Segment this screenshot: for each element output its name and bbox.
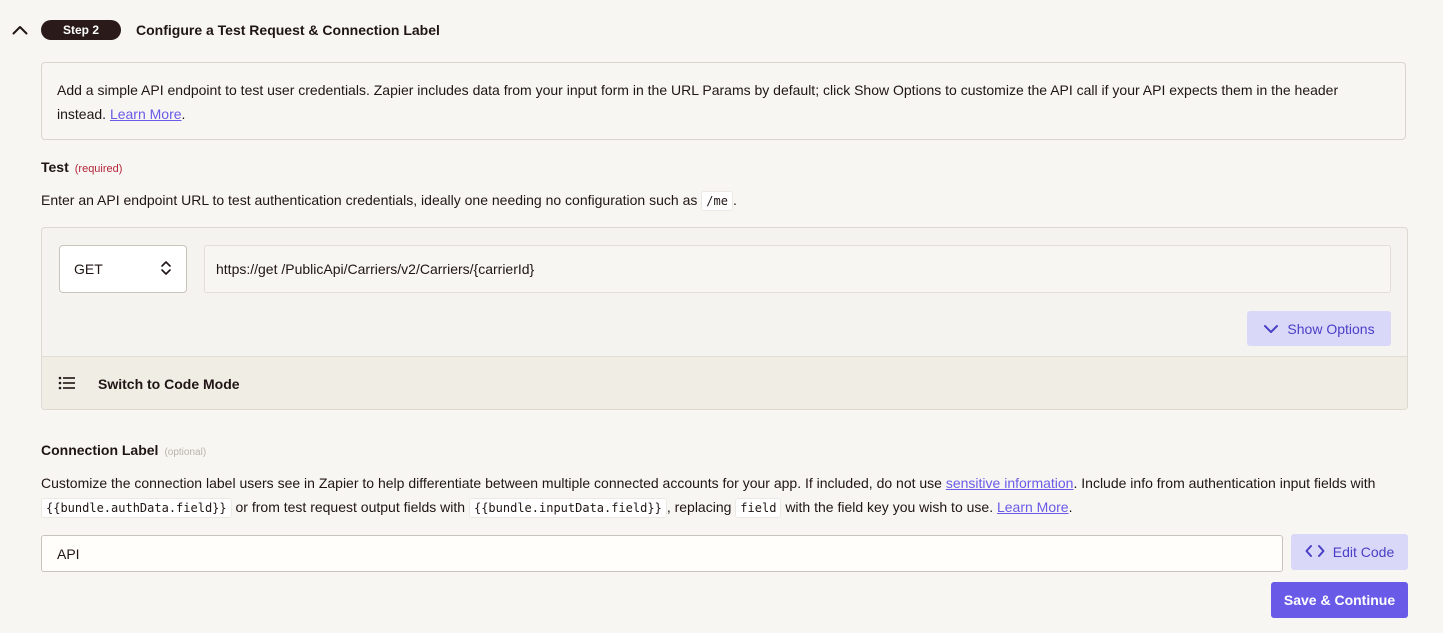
up-down-chevron-icon — [160, 259, 172, 280]
save-and-continue-button[interactable]: Save & Continue — [1271, 582, 1408, 618]
list-icon — [58, 376, 76, 393]
test-description: Enter an API endpoint URL to test authen… — [41, 188, 737, 213]
optional-indicator: (optional) — [164, 447, 207, 458]
step-title: Configure a Test Request & Connection La… — [136, 22, 440, 38]
http-method-select[interactable]: GET — [59, 245, 187, 293]
test-desc-text: Enter an API endpoint URL to test authen… — [41, 192, 698, 208]
endpoint-url-value: https://get /PublicApi/Carriers/v2/Carri… — [216, 261, 535, 277]
connection-desc-part1: Customize the connection label users see… — [41, 475, 942, 491]
connection-section-header: Connection Label (optional) — [41, 439, 206, 461]
test-label: Test — [41, 159, 69, 175]
edit-code-button[interactable]: Edit Code — [1291, 534, 1408, 570]
test-desc-trailing: . — [732, 192, 737, 208]
connection-desc-part5: with the field key you wish to use. — [785, 499, 994, 515]
sensitive-information-link[interactable]: sensitive information — [946, 475, 1074, 491]
chevron-down-icon — [1263, 321, 1279, 337]
connection-desc-part4: , replacing — [666, 499, 732, 515]
step-badge: Step 2 — [41, 20, 121, 40]
connection-label-value: API — [57, 545, 80, 562]
connection-learn-more-link[interactable]: Learn More — [997, 499, 1069, 515]
required-indicator: (required) — [74, 163, 123, 175]
edit-code-label: Edit Code — [1332, 544, 1395, 560]
test-desc-code: /me — [701, 191, 733, 211]
auth-data-code: {{bundle.authData.field}} — [41, 498, 232, 518]
connection-desc-part3: or from test request output fields with — [235, 499, 466, 515]
connection-label-heading: Connection Label — [41, 442, 159, 458]
intro-learn-more-link[interactable]: Learn More — [110, 106, 182, 122]
http-method-value: GET — [74, 261, 103, 277]
connection-desc-trailing: . — [1068, 499, 1073, 515]
show-options-button[interactable]: Show Options — [1247, 311, 1391, 346]
connection-description: Customize the connection label users see… — [41, 471, 1416, 520]
switch-to-code-mode-label: Switch to Code Mode — [98, 376, 240, 392]
collapse-chevron-up-icon[interactable] — [10, 20, 30, 40]
show-options-label: Show Options — [1287, 320, 1375, 337]
switch-to-code-mode-button[interactable]: Switch to Code Mode — [42, 356, 1407, 409]
input-data-code: {{bundle.inputData.field}} — [468, 498, 667, 518]
intro-trailing: . — [181, 106, 186, 122]
code-brackets-icon — [1305, 544, 1325, 561]
connection-label-input[interactable]: API — [41, 535, 1283, 572]
endpoint-url-input[interactable]: https://get /PublicApi/Carriers/v2/Carri… — [204, 245, 1391, 293]
connection-desc-part2: . Include info from authentication input… — [1073, 475, 1376, 491]
test-request-panel: GET https://get /PublicApi/Carriers/v2/C… — [41, 227, 1408, 410]
intro-text: Add a simple API endpoint to test user c… — [57, 82, 1339, 122]
field-code: field — [735, 498, 782, 518]
intro-info-box: Add a simple API endpoint to test user c… — [41, 62, 1406, 140]
test-section-header: Test (required) — [41, 156, 122, 178]
